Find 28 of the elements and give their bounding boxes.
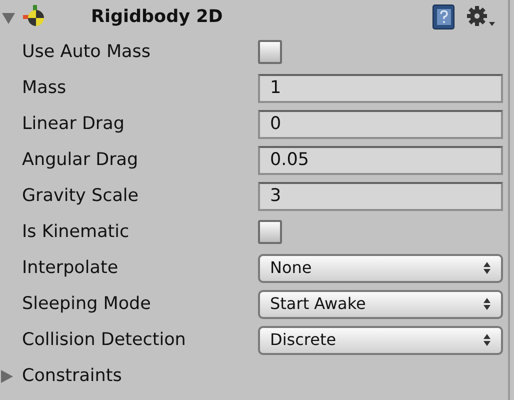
number-field[interactable]: 1 [258, 74, 503, 102]
number-field[interactable]: 3 [258, 182, 503, 210]
number-field[interactable]: 0 [258, 110, 503, 138]
collapse-arrow-icon[interactable] [2, 10, 15, 24]
property-label: Collision Detection [22, 328, 187, 352]
number-field[interactable]: 0.05 [258, 146, 503, 174]
expand-arrow-icon[interactable] [0, 370, 13, 382]
foldout-label[interactable]: Constraints [22, 362, 258, 390]
dropdown[interactable]: None [258, 254, 503, 282]
up-down-arrows-icon [483, 333, 491, 347]
property-label: Use Auto Mass [22, 40, 152, 64]
checkbox[interactable] [258, 40, 282, 64]
property-label: Sleeping Mode [22, 292, 152, 316]
property-label: Interpolate [22, 256, 120, 280]
up-down-arrows-icon [483, 261, 491, 275]
dropdown[interactable]: Discrete [258, 326, 503, 354]
property-label: Linear Drag [22, 112, 126, 136]
property-label: Gravity Scale [22, 184, 140, 208]
help-icon[interactable] [432, 4, 456, 30]
property-label: Mass [22, 76, 68, 100]
component-title: Rigidbody 2D [91, 6, 223, 29]
settings-icon[interactable] [466, 5, 496, 29]
property-label: Is Kinematic [22, 220, 130, 244]
transform-icon [23, 5, 47, 29]
up-down-arrows-icon [483, 297, 491, 311]
dropdown[interactable]: Start Awake [258, 290, 503, 318]
checkbox[interactable] [258, 220, 282, 244]
property-label: Angular Drag [22, 148, 140, 172]
